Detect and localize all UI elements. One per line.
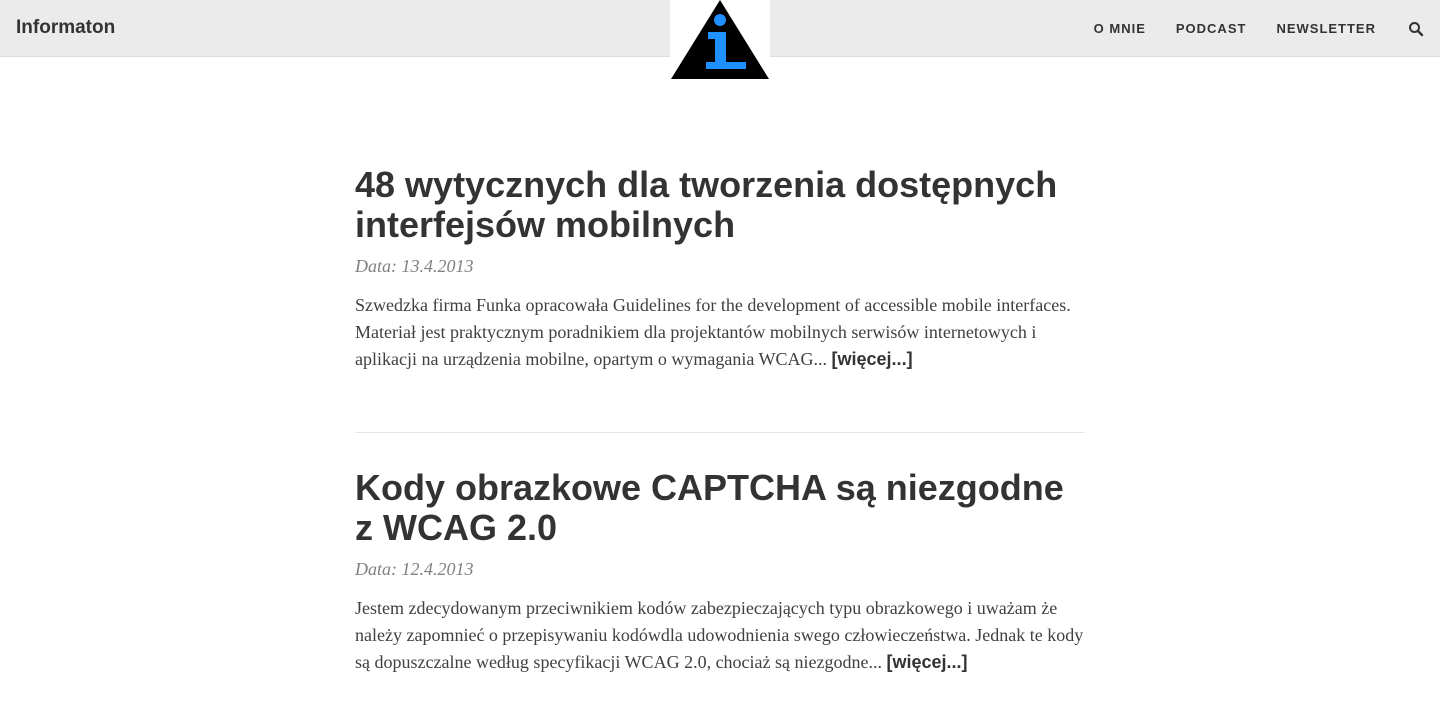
post-excerpt: Jestem zdecydowanym przeciwnikiem kodów … bbox=[355, 595, 1085, 676]
info-triangle-icon bbox=[671, 0, 769, 79]
nav-link-podcast[interactable]: PODCAST bbox=[1176, 21, 1247, 36]
post-excerpt-text: Szwedzka firma Funka opracowała Guidelin… bbox=[355, 295, 1071, 369]
post-title[interactable]: Kody obrazkowe CAPTCHA są niezgodne z WC… bbox=[355, 468, 1085, 548]
nav-link-newsletter[interactable]: NEWSLETTER bbox=[1276, 21, 1376, 36]
post-divider bbox=[355, 432, 1085, 433]
post-excerpt: Szwedzka firma Funka opracowała Guidelin… bbox=[355, 292, 1085, 373]
nav-link-about[interactable]: O MNIE bbox=[1094, 21, 1146, 36]
search-icon[interactable] bbox=[1408, 21, 1424, 37]
post-excerpt-text: Jestem zdecydowanym przeciwnikiem kodów … bbox=[355, 598, 1084, 672]
brand-link[interactable]: Informaton bbox=[16, 16, 115, 40]
nav-links: O MNIE PODCAST NEWSLETTER bbox=[1064, 0, 1424, 57]
read-more-link[interactable]: [więcej...] bbox=[886, 652, 967, 672]
site-logo[interactable] bbox=[670, 0, 770, 80]
post-preview: 48 wytycznych dla tworzenia dostępnych i… bbox=[355, 165, 1085, 373]
post-date: Data: 13.4.2013 bbox=[355, 256, 474, 276]
post-title[interactable]: 48 wytycznych dla tworzenia dostępnych i… bbox=[355, 165, 1085, 245]
post-date: Data: 12.4.2013 bbox=[355, 559, 474, 579]
read-more-link[interactable]: [więcej...] bbox=[832, 349, 913, 369]
post-preview: Kody obrazkowe CAPTCHA są niezgodne z WC… bbox=[355, 468, 1085, 676]
